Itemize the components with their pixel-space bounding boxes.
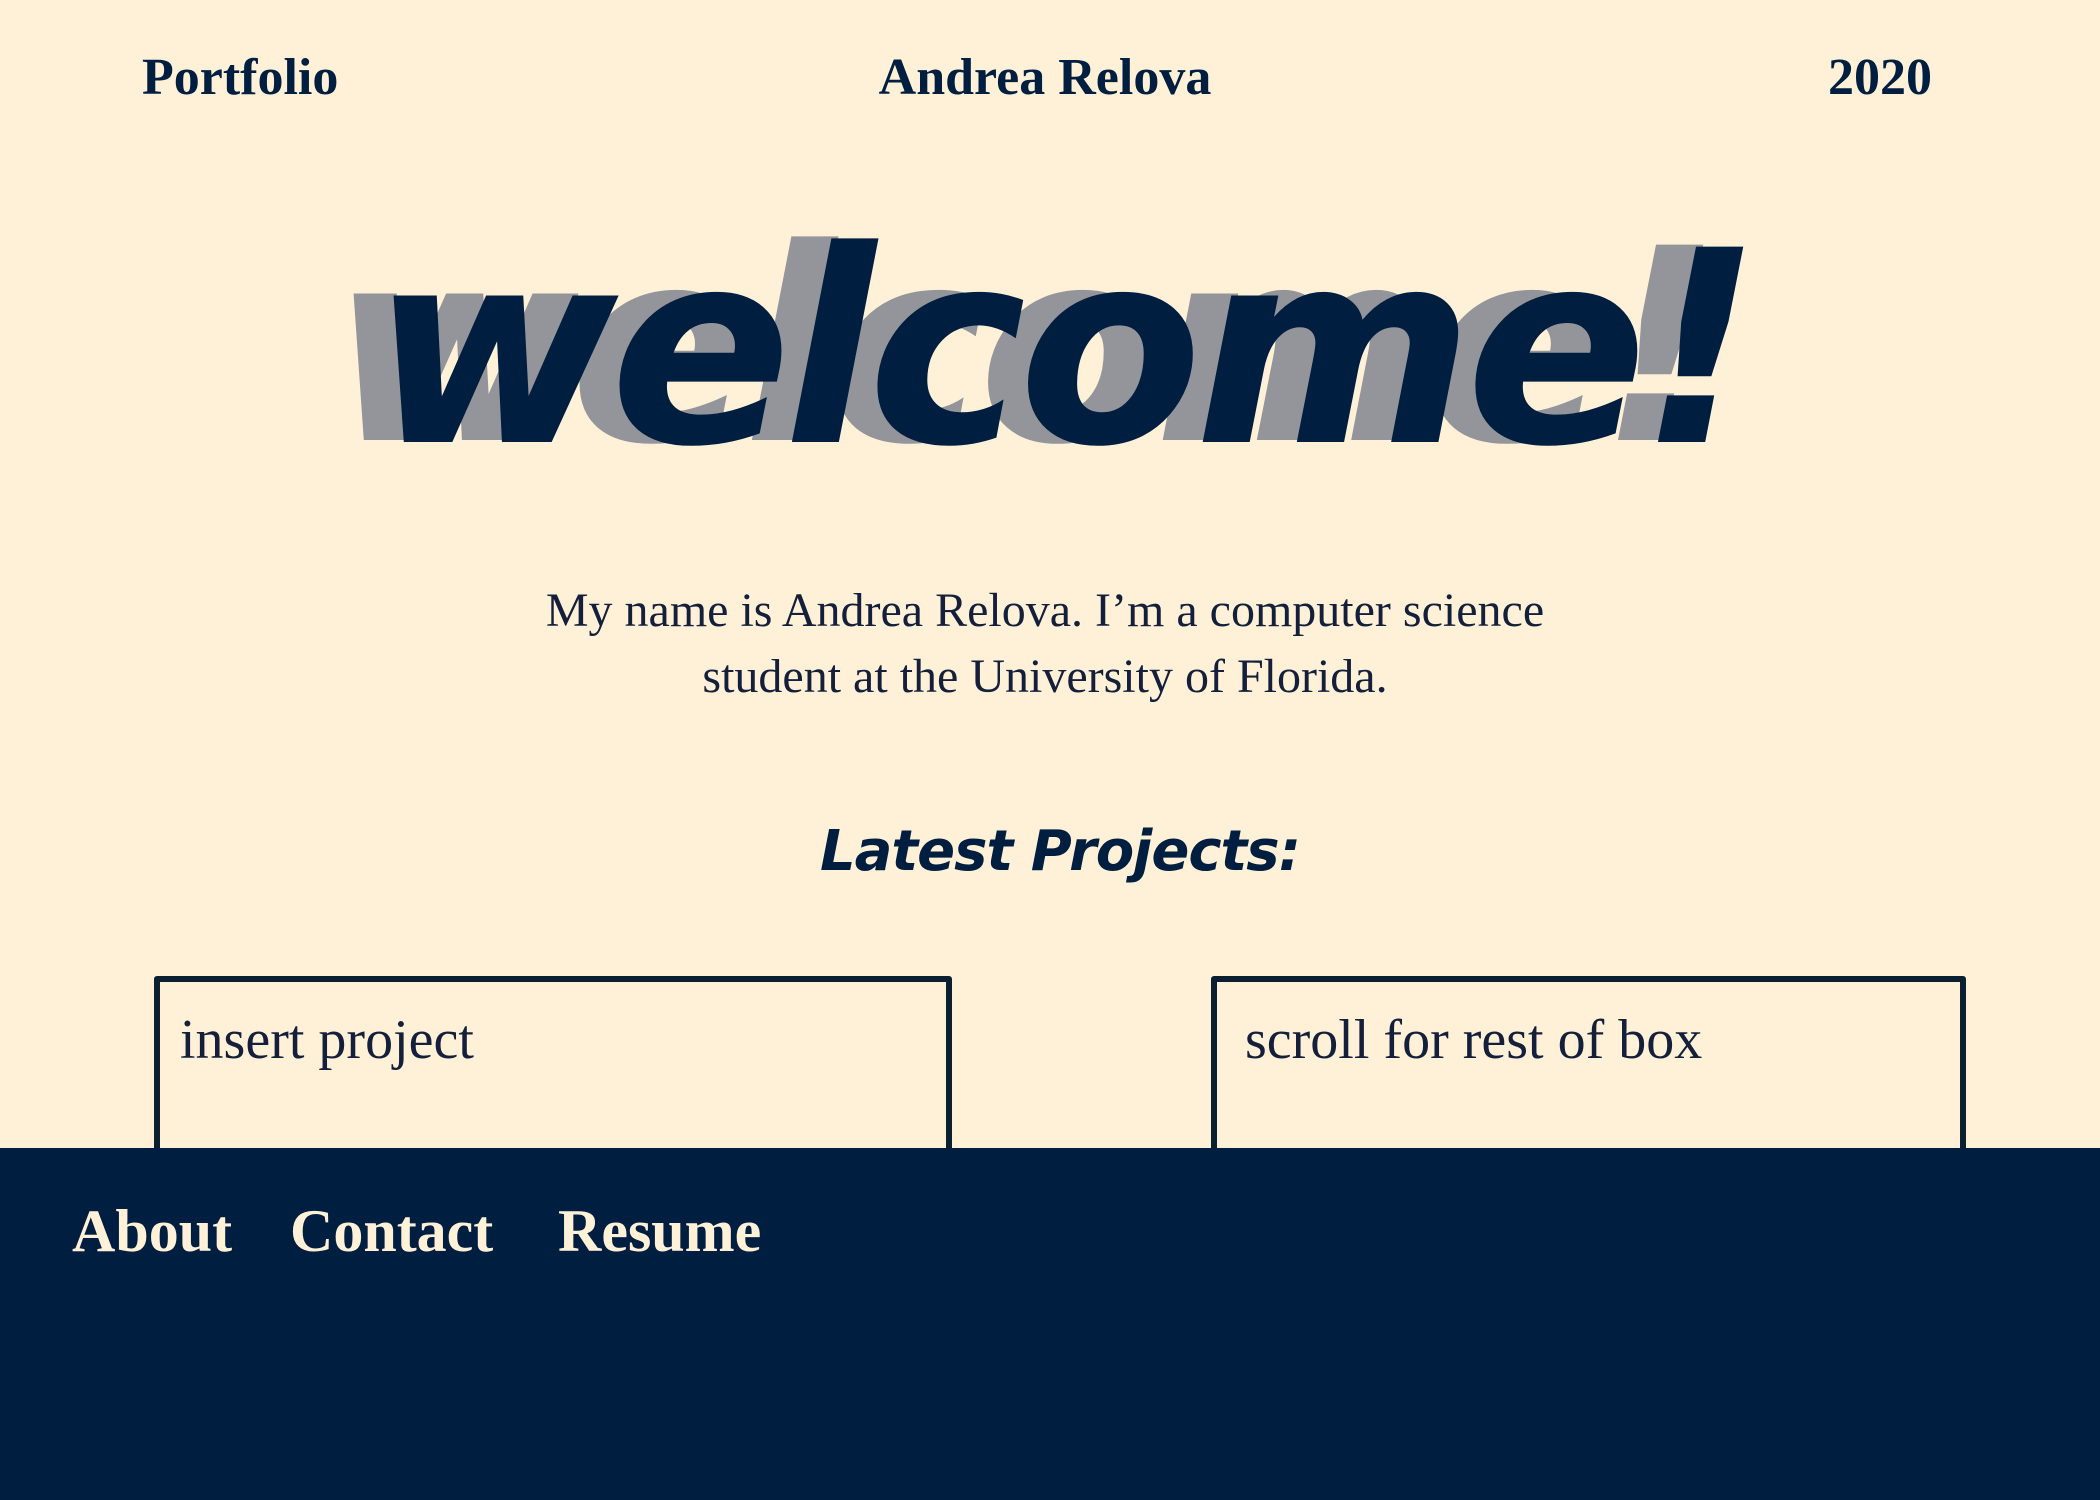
- latest-projects-heading: Latest Projects:: [819, 819, 1301, 884]
- nav-link-about[interactable]: About: [72, 1196, 232, 1266]
- welcome-headline-text: welcome!: [370, 194, 1761, 506]
- nav-link-contact[interactable]: Contact: [290, 1196, 493, 1266]
- footer-nav-bar: About Contact Resume: [0, 1148, 2100, 1500]
- year-label: 2020: [1828, 49, 1932, 106]
- author-name: Andrea Relova: [878, 49, 1212, 106]
- welcome-headline: welcome! welcome!: [0, 194, 2100, 506]
- intro-line-2: student at the University of Florida.: [702, 650, 1388, 703]
- intro-text: My name is Andrea Relova. I’m a computer…: [0, 578, 2090, 710]
- intro-line-1: My name is Andrea Relova. I’m a computer…: [545, 584, 1545, 637]
- project-box-2-text: scroll for rest of box: [1245, 1009, 1703, 1071]
- top-bar: Portfolio Andrea Relova 2020: [0, 0, 2100, 160]
- nav-link-resume[interactable]: Resume: [558, 1196, 761, 1266]
- project-box-1-text: insert project: [180, 1009, 474, 1071]
